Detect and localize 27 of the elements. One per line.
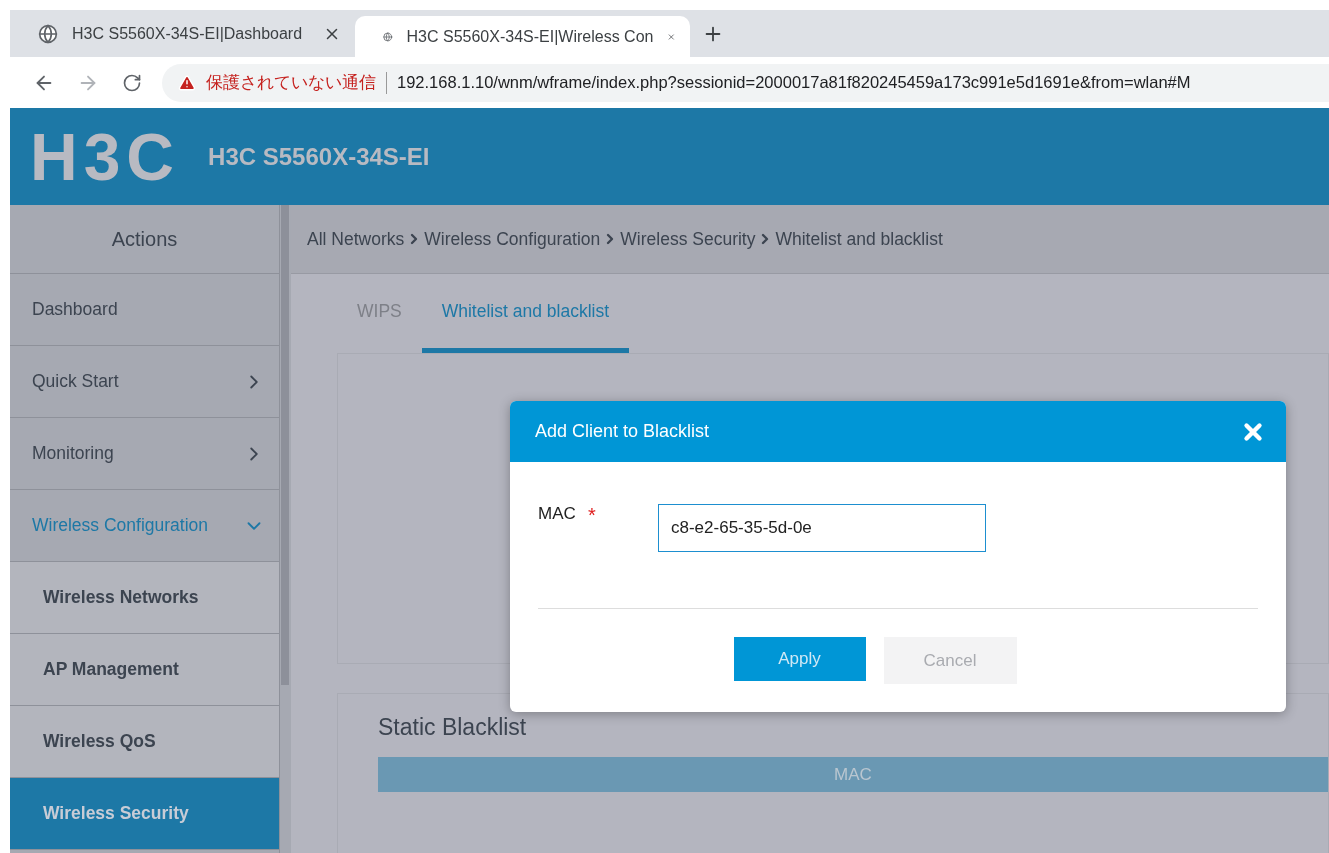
column-header: MAC [378, 757, 1328, 792]
sidebar-item[interactable]: Wireless QoS [10, 706, 279, 778]
scrollbar-thumb[interactable] [281, 205, 289, 685]
browser-tab[interactable]: H3C S5560X-34S-EI|Dashboard [10, 10, 355, 57]
mac-input-field[interactable]: c8-e2-65-35-5d-0e [658, 504, 986, 552]
tab[interactable]: Whitelist and blacklist [421, 274, 630, 353]
security-warning: 保護されていない通信 [206, 71, 376, 93]
required-mark: * [588, 504, 596, 526]
browser-tab[interactable]: H3C S5560X-34S-EI|Wireless Con [355, 16, 690, 57]
breadcrumb-link[interactable]: All Networks [307, 228, 405, 250]
breadcrumb-link[interactable]: Wireless Security [620, 228, 756, 250]
warning-icon [178, 73, 196, 92]
sidebar-item[interactable]: Wireless Networks [10, 562, 279, 634]
sidebar-item[interactable]: AP Management [10, 634, 279, 706]
breadcrumb-link[interactable]: Whitelist and blacklist [775, 228, 943, 250]
apply-button[interactable]: Apply [733, 637, 866, 681]
field-label: MAC [538, 504, 577, 524]
logo: H3C [30, 123, 181, 190]
sidebar-item[interactable]: Wireless Security [10, 778, 279, 850]
breadcrumb-link[interactable]: Wireless Configuration [424, 228, 601, 250]
url-text: 192.168.1.10/wnm/wframe/index.php?sessionid=2000017a81f820245459a173c991e5d1691e&from=wlan#M [397, 73, 1191, 92]
address-bar[interactable]: 保護されていない通信 192.168.1.10/wnm/wframe/index.php?sessionid=2000017a81f820245459a173c991e5d1691e&from=wlan#M [162, 63, 1329, 102]
dialog-title: Add Client to Blacklist [535, 421, 710, 442]
product-name: H3C S5560X-34S-EI [208, 142, 430, 171]
globe-icon [38, 23, 58, 44]
section-title: Static Blacklist [378, 714, 528, 741]
reload-icon[interactable] [122, 72, 142, 93]
